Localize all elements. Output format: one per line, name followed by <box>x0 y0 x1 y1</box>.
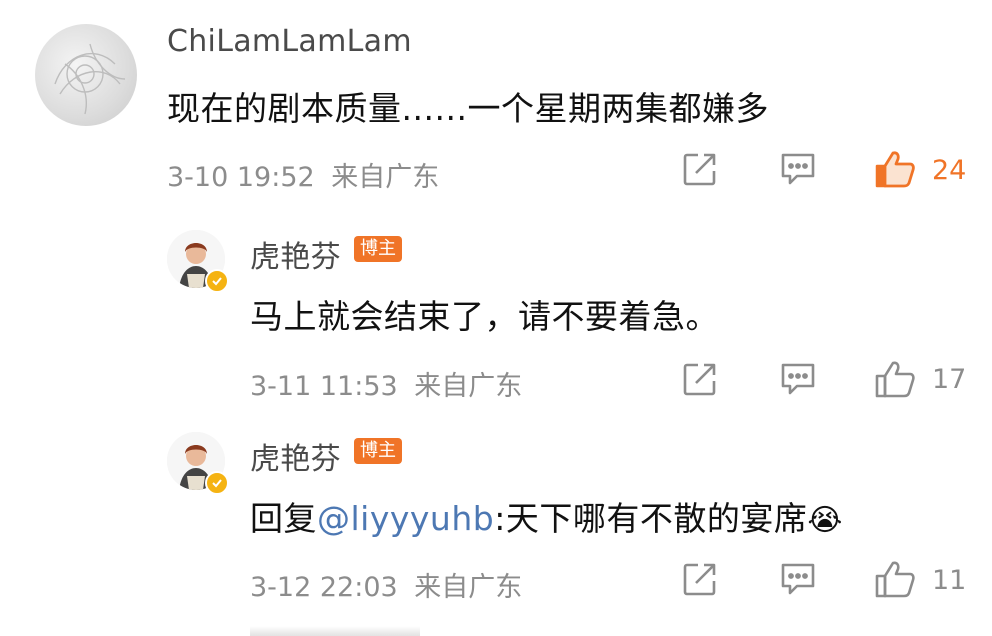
share-icon <box>683 563 716 596</box>
share-icon <box>683 363 716 396</box>
verified-badge <box>205 269 229 293</box>
comment-button[interactable] <box>778 150 818 188</box>
comment-button[interactable] <box>778 560 818 598</box>
verified-icon <box>212 277 222 286</box>
like-count: 24 <box>932 155 967 186</box>
verified-badge <box>205 471 229 495</box>
mention-link[interactable]: @liyyyuhb <box>317 499 494 538</box>
next-row-fragment <box>250 626 420 636</box>
like-button[interactable] <box>873 558 917 600</box>
blogger-badge: 博主 <box>354 438 402 464</box>
reply-text: 马上就会结束了，请不要着急。 <box>250 297 719 336</box>
verified-icon <box>212 479 222 488</box>
like-count: 17 <box>932 364 967 395</box>
comment-location: 来自广东 <box>331 162 440 193</box>
like-button[interactable] <box>873 358 917 400</box>
comment-icon <box>781 153 815 185</box>
comment-text: 现在的剧本质量......一个星期两集都嫌多 <box>167 89 769 128</box>
comment-icon <box>781 363 815 395</box>
commenter-username[interactable]: ChiLamLamLam <box>167 24 412 59</box>
reply-location: 来自广东 <box>414 371 523 402</box>
crying-emoji: 😭 <box>807 503 843 538</box>
like-icon <box>875 361 915 398</box>
reply-meta: 3-11 11:53 来自广东 <box>250 364 522 403</box>
like-button[interactable] <box>873 148 917 190</box>
like-count: 11 <box>932 565 967 596</box>
reply-location: 来自广东 <box>414 572 523 603</box>
reply-text: 回复@liyyyuhb:天下哪有不散的宴席😭 <box>250 492 843 540</box>
comment-meta: 3-10 19:52 来自广东 <box>167 155 439 194</box>
reply-prefix: 回复 <box>250 499 317 538</box>
commenter-avatar[interactable] <box>35 24 137 126</box>
like-icon <box>875 561 915 598</box>
share-button[interactable] <box>681 560 719 598</box>
like-icon <box>875 151 915 188</box>
reply-body: :天下哪有不散的宴席 <box>494 499 808 538</box>
comment-time: 3-10 19:52 <box>167 162 315 193</box>
reply-username[interactable]: 虎艳芬 <box>250 434 341 478</box>
blogger-badge: 博主 <box>354 236 402 262</box>
reply-time: 3-11 11:53 <box>250 371 398 402</box>
share-button[interactable] <box>681 150 719 188</box>
share-icon <box>683 153 716 186</box>
reply-time: 3-12 22:03 <box>250 572 398 603</box>
comment-button[interactable] <box>778 360 818 398</box>
comment-icon <box>781 563 815 595</box>
reply-meta: 3-12 22:03 来自广东 <box>250 565 522 604</box>
share-button[interactable] <box>681 360 719 398</box>
reply-username[interactable]: 虎艳芬 <box>250 232 341 276</box>
